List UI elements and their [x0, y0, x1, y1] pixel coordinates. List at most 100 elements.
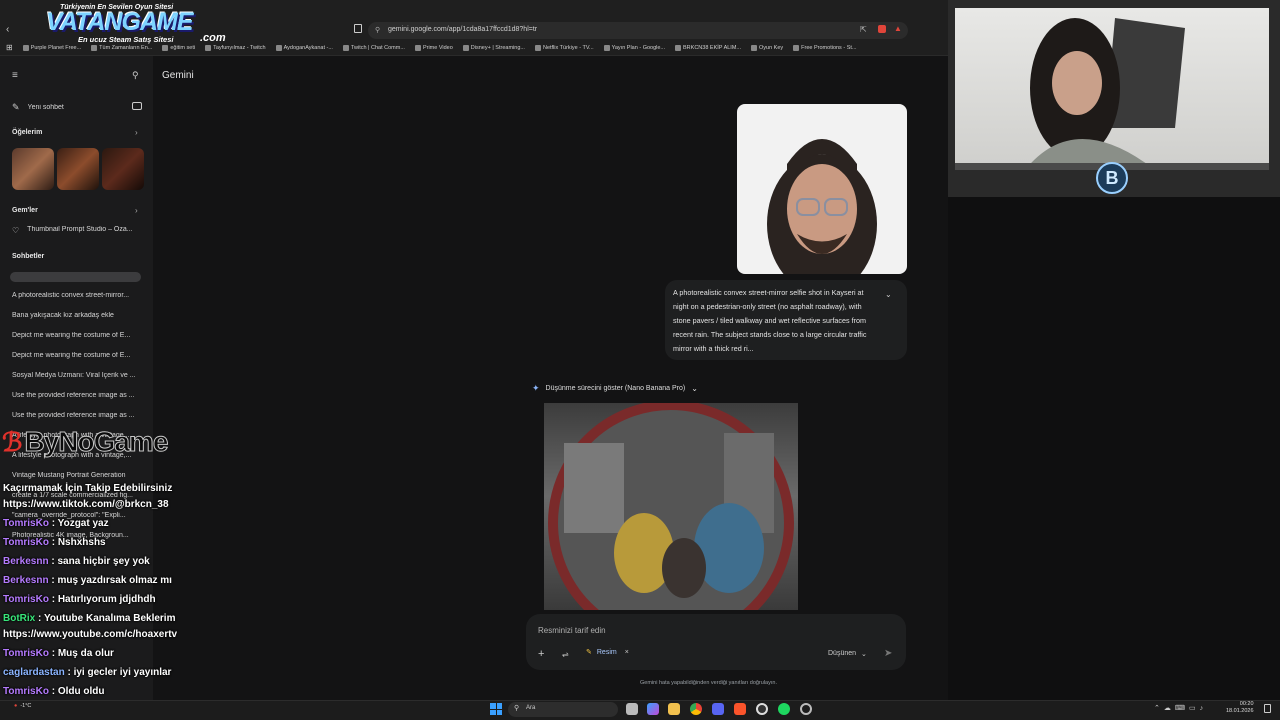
- taskbar-clock[interactable]: 00:20 18.01.2026: [1226, 701, 1254, 715]
- sponsor-domain: .com: [200, 32, 226, 44]
- search-icon[interactable]: ⚲: [132, 70, 139, 81]
- chevron-right-icon[interactable]: ›: [135, 206, 138, 215]
- weather-widget[interactable]: ● -1°C: [14, 703, 31, 709]
- extension-icon[interactable]: [878, 25, 886, 33]
- bookmark-star-icon[interactable]: [354, 24, 362, 33]
- chat-separator: :: [48, 537, 58, 548]
- close-icon[interactable]: ×: [625, 649, 629, 656]
- tools-icon[interactable]: ⇌: [562, 650, 569, 659]
- start-button[interactable]: [490, 703, 502, 715]
- uploaded-reference-image[interactable]: [737, 104, 907, 274]
- bookmark-item[interactable]: Yayın Plan - Google...: [603, 44, 666, 51]
- chat-history-item[interactable]: Depict me wearing the costume of E...: [12, 352, 144, 372]
- chat-message: TomrisKo : Muş da olur: [3, 648, 114, 659]
- chat-history-item[interactable]: Depict me wearing the costume of E...: [12, 332, 144, 352]
- bookmark-favicon-icon: [675, 44, 682, 51]
- bookmark-label: Yayın Plan - Google...: [611, 44, 666, 51]
- items-heading[interactable]: Öğelerim: [12, 129, 42, 136]
- gems-heading[interactable]: Gem'ler: [12, 207, 38, 214]
- chat-username[interactable]: TomrisKo: [3, 686, 49, 697]
- obs-icon[interactable]: [756, 703, 768, 715]
- thinking-toggle[interactable]: ✦ Düşünme sürecini göster (Nano Banana P…: [532, 383, 698, 394]
- mode-selector[interactable]: Düşünen ⌄: [828, 650, 867, 658]
- task-view-icon[interactable]: [626, 703, 638, 715]
- chat-message: TomrisKo : Nshxhshs: [3, 537, 106, 548]
- chrome-icon[interactable]: [690, 703, 702, 715]
- gem-item[interactable]: ♡ Thumbnail Prompt Studio – Oza...: [12, 226, 146, 235]
- back-button[interactable]: ‹: [6, 24, 9, 35]
- chat-username[interactable]: TomrisKo: [3, 518, 49, 529]
- chat-username[interactable]: TomrisKo: [3, 648, 49, 659]
- notification-icon[interactable]: [1264, 704, 1271, 713]
- copilot-icon[interactable]: [647, 703, 659, 715]
- chat-history-item[interactable]: Use the provided reference image as ...: [12, 392, 144, 412]
- bookmark-item[interactable]: Prime Video: [414, 44, 453, 51]
- site-info-icon[interactable]: ⚲: [375, 26, 380, 34]
- chat-message: TomrisKo : Yozgat yaz: [3, 518, 109, 529]
- chat-text: Hatırlıyorum jdjdhdh: [57, 594, 156, 605]
- chat-history-item[interactable]: Bana yakışacak kız arkadaş ekle: [12, 312, 144, 332]
- clock-time: 00:20: [1239, 701, 1254, 707]
- bynogame-watermark: ℬ ByNoGame: [2, 426, 169, 458]
- prompt-composer: Resminizi tarif edin + ⇌ ✎ Resim × Düşün…: [526, 614, 906, 670]
- chevron-right-icon[interactable]: ›: [135, 128, 138, 137]
- bookmark-favicon-icon: [603, 44, 610, 51]
- tiktok-link: https://www.tiktok.com/@brkcn_38: [3, 499, 169, 510]
- chat-history-item[interactable]: A photorealistic convex street-mirror...: [12, 292, 144, 312]
- youtube-link: https://www.youtube.com/c/hoaxertv: [3, 629, 178, 640]
- edit-icon: ✎: [12, 102, 20, 112]
- chat-message: TomrisKo : Hatırlıyorum jdjdhdh: [3, 594, 156, 605]
- sponsor-banner: Türkiyenin En Sevilen Oyun Sitesi VATANG…: [18, 2, 238, 48]
- bookmark-favicon-icon: [462, 44, 469, 51]
- share-icon[interactable]: ⇱: [860, 25, 867, 34]
- bookmark-item[interactable]: BRKCN38 EKİP ALIM...: [675, 44, 741, 51]
- bookmark-favicon-icon: [414, 44, 421, 51]
- image-tool-chip[interactable]: ✎ Resim ×: [586, 648, 629, 657]
- address-bar[interactable]: ⚲ gemini.google.com/app/1cda8a17ffccd1d8…: [368, 22, 908, 39]
- spotify-icon[interactable]: [778, 703, 790, 715]
- chat-username[interactable]: Berkesnn: [3, 575, 49, 586]
- chat-username[interactable]: TomrisKo: [3, 537, 49, 548]
- bynogame-text: ByNoGame: [24, 426, 169, 458]
- apps-icon[interactable]: ⊞: [6, 43, 13, 52]
- bookmark-item[interactable]: Netflix Türkiye - TV...: [534, 44, 594, 51]
- item-thumbnail[interactable]: [57, 148, 99, 190]
- temp-chat-icon[interactable]: [132, 102, 142, 110]
- chat-username[interactable]: BotRix: [3, 613, 35, 624]
- follow-line: Kaçırmamak İçin Takip Edebilirsiniz: [3, 483, 173, 494]
- bookmark-item[interactable]: Twitch | Chat Comm...: [342, 44, 405, 51]
- menu-icon[interactable]: ≡: [12, 70, 18, 81]
- weather-icon: ●: [14, 703, 18, 709]
- item-thumbnail[interactable]: [12, 148, 54, 190]
- bookmark-item[interactable]: Oyun Key: [751, 44, 783, 51]
- system-tray[interactable]: ⌃☁⌨▭♪: [1154, 704, 1207, 712]
- expand-chevron-icon[interactable]: ⌄: [885, 288, 892, 302]
- chat-text: iyi gecler iyi yayınlar: [73, 667, 172, 678]
- chat-username[interactable]: caglardastan: [3, 667, 65, 678]
- bookmark-favicon-icon: [342, 44, 349, 51]
- file-explorer-icon[interactable]: [668, 703, 680, 715]
- chat-history-item[interactable]: Sosyal Medya Uzmanı: Viral İçerik ve ...: [12, 372, 144, 392]
- item-thumbnail[interactable]: [102, 148, 144, 190]
- sponsor-sub: En ucuz Steam Satış Sitesi: [78, 35, 174, 44]
- chat-message: Berkesnn : sana hiçbir şey yok: [3, 556, 150, 567]
- chat-separator: :: [48, 594, 58, 605]
- add-icon[interactable]: +: [538, 648, 544, 660]
- taskbar-search[interactable]: ⚲ Ara: [508, 702, 618, 717]
- bookmark-item[interactable]: Disney+ | Streaming...: [462, 44, 525, 51]
- chat-username[interactable]: TomrisKo: [3, 594, 49, 605]
- generated-image[interactable]: [544, 403, 798, 610]
- empty-region: [948, 197, 1280, 700]
- selected-chat-highlight[interactable]: [10, 272, 141, 282]
- brave-icon[interactable]: [734, 703, 746, 715]
- discord-icon[interactable]: [712, 703, 724, 715]
- warning-icon[interactable]: ▲: [894, 24, 902, 33]
- settings-icon[interactable]: [800, 703, 812, 715]
- chat-username[interactable]: Berkesnn: [3, 556, 49, 567]
- send-icon[interactable]: ➤: [884, 648, 892, 659]
- bookmark-item[interactable]: AydoganAykanat -...: [275, 44, 333, 51]
- bookmark-item[interactable]: Free Promotions - St...: [793, 44, 856, 51]
- bookmark-label: BRKCN38 EKİP ALIM...: [683, 44, 741, 51]
- new-chat-button[interactable]: ✎ Yeni sohbet: [12, 102, 64, 113]
- prompt-input[interactable]: Resminizi tarif edin: [538, 626, 606, 635]
